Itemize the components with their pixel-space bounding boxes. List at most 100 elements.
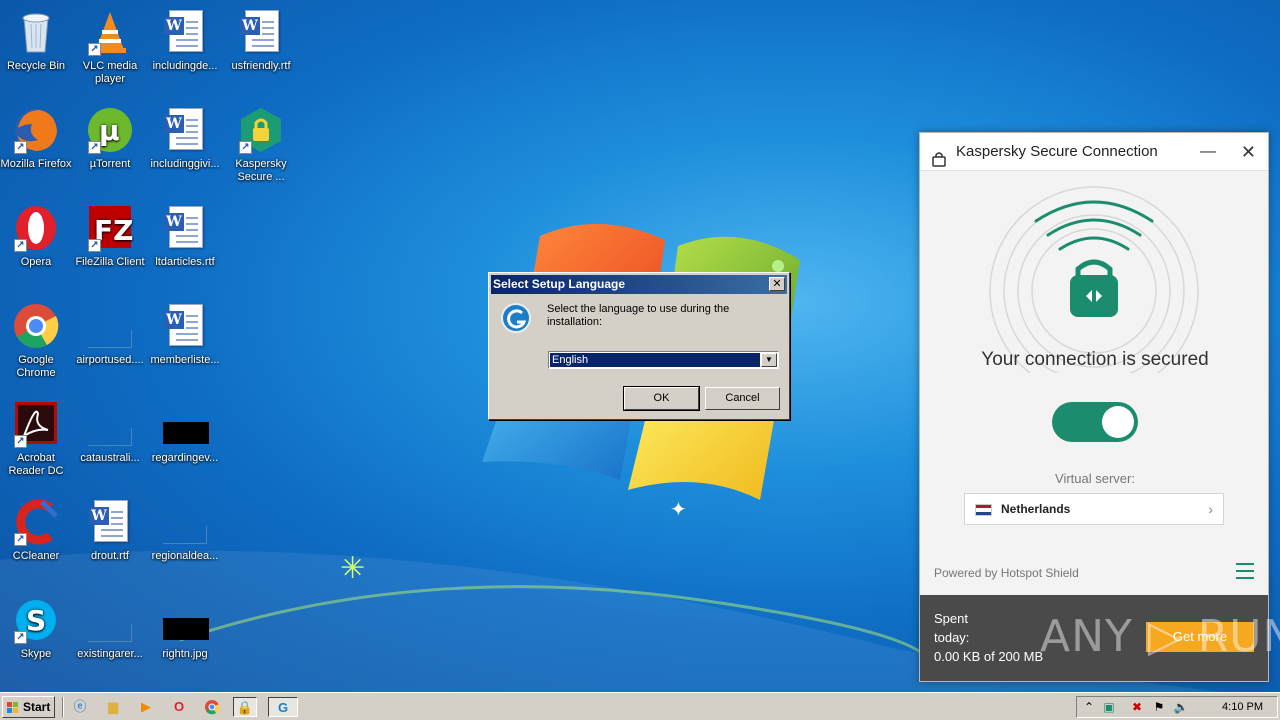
kaspersky-tray-icon[interactable]: ▣ — [1101, 699, 1117, 715]
shortcut-arrow-icon: ↗ — [239, 141, 252, 154]
desktop-icon-label: Google Chrome — [16, 354, 56, 379]
desktop-icon-label: µTorrent — [89, 158, 131, 170]
file-thumbnail-icon — [86, 596, 134, 644]
desktop-icon-drout[interactable]: W drout.rtf — [73, 498, 147, 563]
kaspersky-title-bar[interactable]: Kaspersky Secure Connection — ✕ — [920, 133, 1268, 171]
chevron-down-icon[interactable]: ▼ — [761, 353, 777, 367]
shortcut-arrow-icon: ↗ — [14, 533, 27, 546]
setup-icon — [501, 303, 531, 333]
shortcut-arrow-icon: ↗ — [88, 141, 101, 154]
clock[interactable]: 4:10 PM — [1222, 697, 1263, 717]
opera-icon[interactable]: O — [167, 697, 191, 717]
ie-icon[interactable]: ⓔ — [68, 697, 92, 717]
server-name: Netherlands — [1001, 502, 1071, 516]
svg-text:✳: ✳ — [340, 551, 365, 586]
svg-text:S: S — [26, 604, 46, 637]
close-button[interactable]: ✕ — [1241, 133, 1256, 171]
filezilla-icon: FZ ↗ — [86, 204, 134, 252]
powered-by-text: Powered by Hotspot Shield — [934, 566, 1079, 580]
desktop-icon-label: regionaldea... — [151, 550, 219, 562]
opera-icon: ↗ — [12, 204, 60, 252]
windows-logo-icon — [7, 702, 19, 713]
file-thumbnail-icon — [86, 302, 134, 350]
desktop-icon-label: CCleaner — [12, 550, 60, 562]
cancel-button[interactable]: Cancel — [705, 387, 780, 410]
desktop-icon-ltdarticles[interactable]: W ltdarticles.rtf — [148, 204, 222, 269]
desktop-icon-label: Recycle Bin — [6, 60, 66, 72]
media-player-icon[interactable]: ▶ — [134, 697, 158, 717]
setup-icon[interactable]: G — [268, 697, 298, 717]
dialog-close-button[interactable]: ✕ — [769, 277, 785, 291]
start-label: Start — [23, 700, 51, 714]
desktop-icon-label: usfriendly.rtf — [231, 60, 291, 72]
volume-icon[interactable]: 🔈 — [1173, 699, 1189, 715]
chrome-icon[interactable] — [200, 697, 224, 717]
virtual-server-label: Virtual server: — [1055, 471, 1135, 486]
setup-language-dialog: Select Setup Language ✕ Select the langu… — [488, 272, 790, 420]
desktop-icon-filezilla[interactable]: FZ ↗ FileZilla Client — [73, 204, 147, 269]
desktop-icon-regardingev[interactable]: regardingev... — [148, 400, 222, 465]
word-document-icon: W — [161, 204, 209, 252]
taskbar-separator — [62, 697, 64, 717]
desktop-icon-ccleaner[interactable]: ↗ CCleaner — [0, 498, 73, 563]
kaspersky-icon[interactable]: 🔒 — [233, 697, 257, 717]
desktop-icon-usfriendly[interactable]: W usfriendly.rtf — [224, 8, 298, 73]
firefox-icon: ↗ — [12, 106, 60, 154]
desktop-icon-label: airportused.... — [76, 354, 144, 366]
hamburger-menu-icon[interactable] — [1236, 563, 1254, 584]
desktop-icon-airportused[interactable]: airportused.... — [73, 302, 147, 367]
desktop-icon-vlc[interactable]: ↗ VLC media player — [73, 8, 147, 86]
desktop-icon-includingde[interactable]: W includingde... — [148, 8, 222, 73]
desktop-icon-acrobat[interactable]: ↗ Acrobat Reader DC — [0, 400, 73, 478]
ok-button[interactable]: OK — [623, 386, 700, 411]
server-select[interactable]: Netherlands › — [964, 493, 1224, 525]
word-document-icon: W — [86, 498, 134, 546]
desktop-icon-memberliste[interactable]: W memberliste... — [148, 302, 222, 367]
dialog-message: Select the language to use during the in… — [547, 303, 730, 328]
shortcut-arrow-icon: ↗ — [88, 239, 101, 252]
desktop-icon-label: drout.rtf — [91, 550, 129, 562]
desktop-icon-label: memberliste... — [150, 354, 220, 366]
image-thumbnail-icon — [161, 400, 209, 448]
shortcut-arrow-icon: ↗ — [14, 435, 27, 448]
desktop-icon-label: regardingev... — [151, 452, 219, 464]
vpn-toggle[interactable] — [1052, 402, 1138, 442]
desktop-icon-recycle-bin[interactable]: Recycle Bin — [0, 8, 73, 73]
desktop-icon-label: ltdarticles.rtf — [155, 256, 215, 268]
desktop-icon-label: FileZilla Client — [75, 256, 145, 268]
file-thumbnail-icon — [86, 400, 134, 448]
desktop-icon-utorrent[interactable]: µ ↗ µTorrent — [73, 106, 147, 171]
desktop-icon-skype[interactable]: S ↗ Skype — [0, 596, 73, 661]
dialog-title-bar[interactable]: Select Setup Language ✕ — [491, 275, 787, 294]
desktop-icon-label: Skype — [20, 648, 52, 660]
start-button[interactable]: Start — [2, 696, 55, 718]
desktop-icon-cataustrali[interactable]: cataustrali... — [73, 400, 147, 465]
desktop-icon-label: Kaspersky Secure ... — [235, 158, 287, 183]
desktop-icon-firefox[interactable]: ↗ Mozilla Firefox — [0, 106, 73, 171]
desktop-icon-label: Acrobat Reader DC — [8, 452, 64, 477]
word-document-icon: W — [161, 8, 209, 56]
desktop-icon-kaspersky[interactable]: ↗ Kaspersky Secure ... — [224, 106, 298, 184]
network-error-icon[interactable]: ✖ — [1129, 699, 1145, 715]
desktop-icon-rightn[interactable]: rightn.jpg — [148, 596, 222, 661]
language-select[interactable]: English ▼ — [548, 351, 779, 369]
system-tray: ⌃ ▣ ✖ ⚑ 🔈 4:10 PM — [1076, 696, 1278, 718]
chevron-right-icon: › — [1208, 501, 1213, 517]
connection-status: Your connection is secured — [981, 349, 1209, 370]
minimize-button[interactable]: — — [1200, 133, 1216, 171]
desktop-icon-includinggivi[interactable]: W includinggivi... — [148, 106, 222, 171]
word-document-icon: W — [161, 302, 209, 350]
word-document-icon: W — [161, 106, 209, 154]
kaspersky-window: Kaspersky Secure Connection — ✕ Your con… — [919, 132, 1280, 682]
file-thumbnail-icon — [161, 498, 209, 546]
desktop-icon-opera[interactable]: ↗ Opera — [0, 204, 73, 269]
action-center-icon[interactable]: ⚑ — [1151, 699, 1167, 715]
svg-text:✦: ✦ — [670, 497, 687, 521]
explorer-icon[interactable]: ▆ — [101, 697, 125, 717]
desktop-icon-chrome[interactable]: Google Chrome — [0, 302, 73, 380]
desktop-icon-existingarer[interactable]: existingarer... — [73, 596, 147, 661]
vlc-icon: ↗ — [86, 8, 134, 56]
desktop-icon-regionaldea[interactable]: regionaldea... — [148, 498, 222, 563]
dialog-title: Select Setup Language — [493, 277, 626, 291]
show-hidden-icon[interactable]: ⌃ — [1081, 699, 1097, 715]
